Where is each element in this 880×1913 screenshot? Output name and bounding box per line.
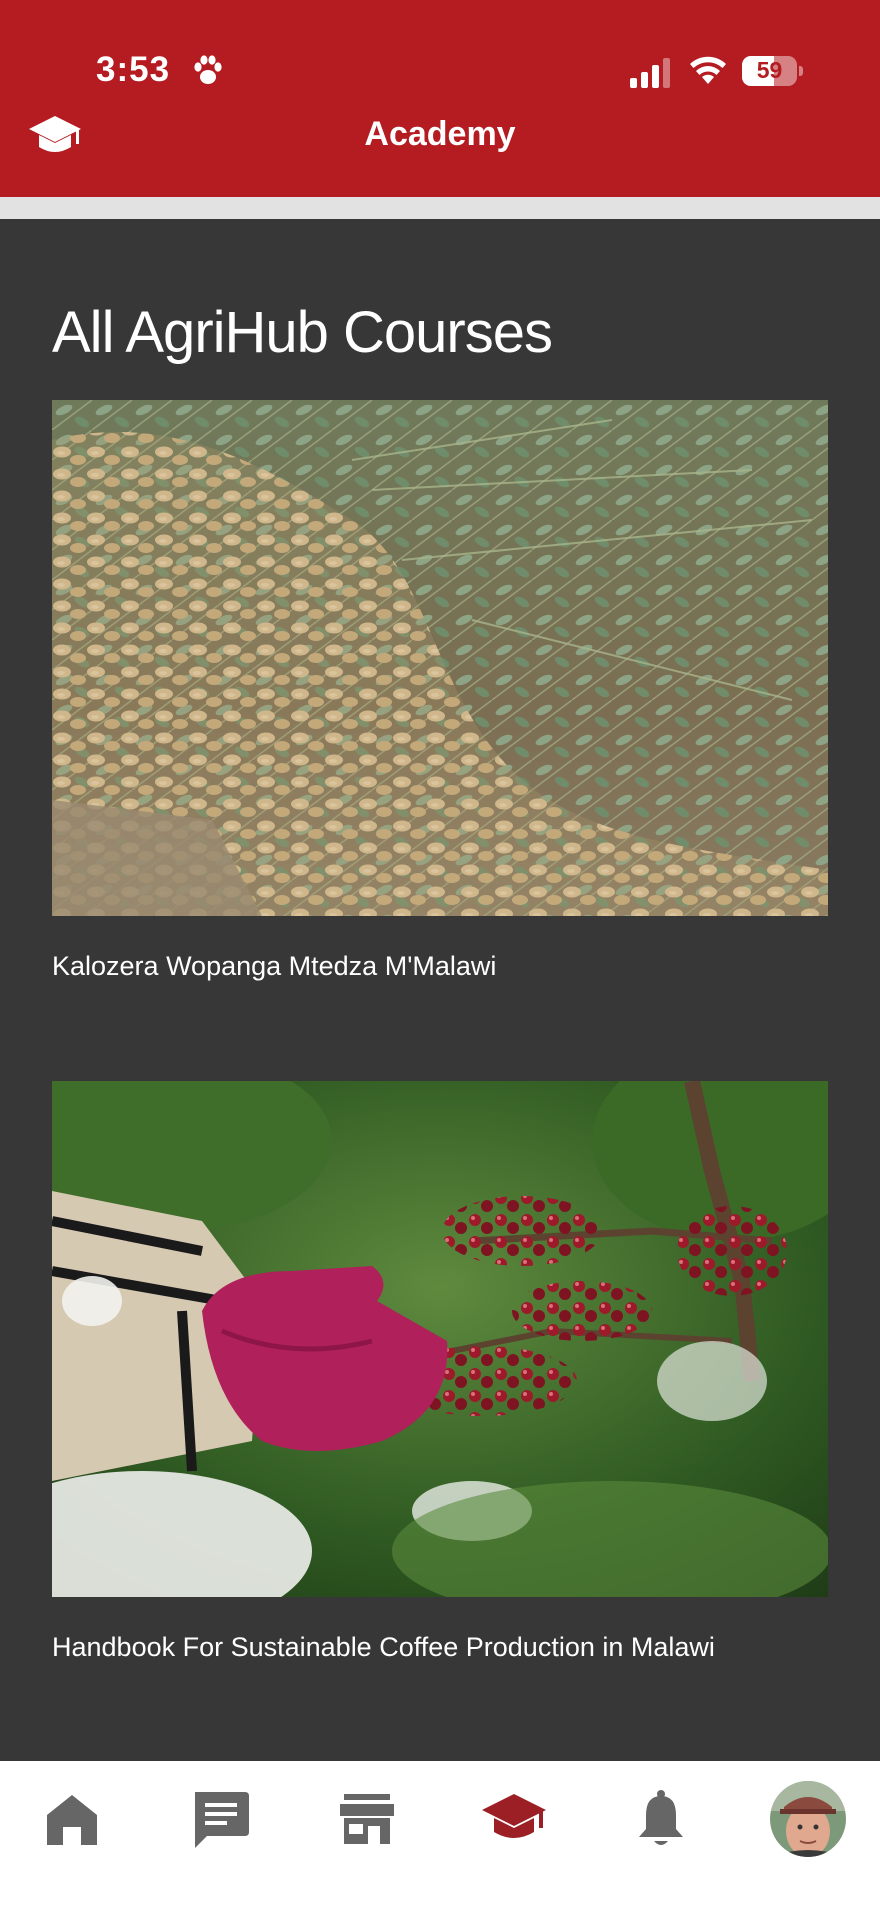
home-icon [47, 1795, 97, 1845]
courses-content: All AgriHub Courses Kalozera Wopanga Mte… [0, 219, 880, 1761]
bottom-tab-bar [0, 1761, 880, 1913]
tab-home[interactable] [32, 1779, 112, 1859]
store-icon [340, 1794, 394, 1844]
tab-store[interactable] [327, 1779, 407, 1859]
page-title: Academy [364, 115, 516, 153]
chat-icon [195, 1792, 249, 1848]
app-header: 3:53 59 Academy [0, 0, 880, 197]
tab-notifications[interactable] [621, 1779, 701, 1859]
header-divider [0, 197, 880, 219]
battery-percentage: 59 [756, 57, 783, 83]
course-title[interactable]: Kalozera Wopanga Mtedza M'Malawi [52, 951, 496, 982]
course-image-peanuts[interactable] [52, 400, 828, 916]
tab-profile[interactable] [768, 1779, 848, 1859]
tab-academy[interactable] [474, 1779, 554, 1859]
status-time: 3:53 [96, 50, 171, 89]
status-bar: 3:53 59 [0, 0, 880, 110]
course-image-coffee[interactable] [52, 1081, 828, 1597]
profile-avatar [770, 1781, 846, 1857]
course-title[interactable]: Handbook For Sustainable Coffee Producti… [52, 1632, 715, 1663]
section-title: All AgriHub Courses [52, 300, 553, 365]
cellular-signal-icon [630, 58, 670, 88]
paw-icon [194, 55, 222, 84]
tab-chat[interactable] [180, 1779, 260, 1859]
battery-icon: 59 [742, 56, 803, 88]
coffee-cherry-picking-photo [52, 1081, 828, 1597]
wifi-icon [690, 56, 726, 84]
graduation-cap-icon [482, 1794, 546, 1838]
peanut-harvest-photo [52, 400, 828, 916]
bell-icon [639, 1790, 683, 1845]
